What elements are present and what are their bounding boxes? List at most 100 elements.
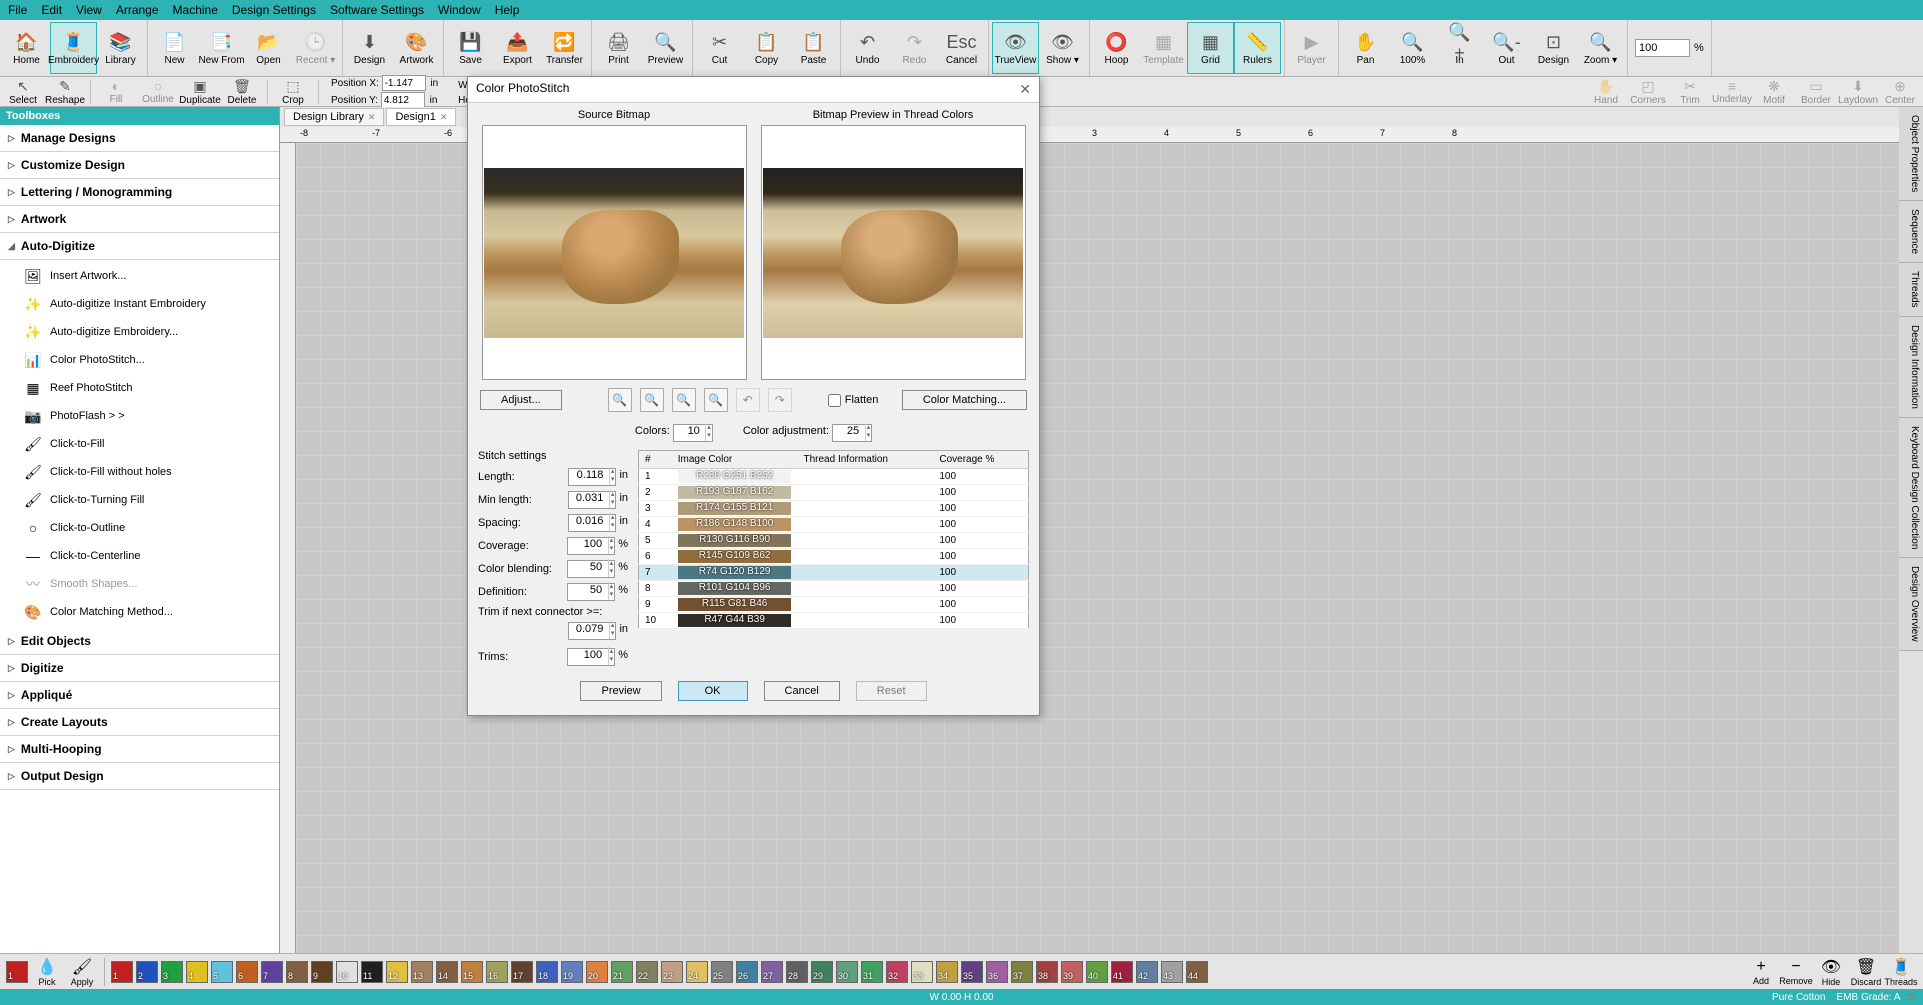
rulers-button[interactable]: 📏Rulers bbox=[1234, 22, 1281, 74]
preview-button[interactable]: 🔍Preview bbox=[642, 22, 689, 74]
swatch-42[interactable]: 42 bbox=[1136, 961, 1158, 983]
template-button[interactable]: ▦Template bbox=[1140, 22, 1187, 74]
select-button[interactable]: ↖Select bbox=[4, 78, 42, 106]
current-color[interactable]: 1 bbox=[6, 961, 28, 983]
embroidery-button[interactable]: 🧵Embroidery bbox=[50, 22, 97, 74]
color-adjust-spinner[interactable]: 25 bbox=[832, 424, 872, 442]
100--button[interactable]: 🔍100% bbox=[1389, 22, 1436, 74]
swatch-39[interactable]: 39 bbox=[1061, 961, 1083, 983]
artwork-button[interactable]: 🎨Artwork bbox=[393, 22, 440, 74]
recent--button[interactable]: 🕒Recent ▾ bbox=[292, 22, 339, 74]
swatch-10[interactable]: 10 bbox=[336, 961, 358, 983]
laydown-button[interactable]: ⬇Laydown bbox=[1839, 78, 1877, 106]
transfer-button[interactable]: 🔁Transfer bbox=[541, 22, 588, 74]
dock-tab-keyboard-design-collection[interactable]: Keyboard Design Collection bbox=[1899, 418, 1923, 558]
color-row[interactable]: 2R193 G187 B162100 bbox=[639, 485, 1029, 501]
menu-file[interactable]: File bbox=[8, 3, 27, 17]
swatch-2[interactable]: 2 bbox=[136, 961, 158, 983]
swatch-23[interactable]: 23 bbox=[661, 961, 683, 983]
trims-spinner[interactable]: 100 bbox=[567, 648, 615, 666]
swatch-8[interactable]: 8 bbox=[286, 961, 308, 983]
swatch-14[interactable]: 14 bbox=[436, 961, 458, 983]
colors-spinner[interactable]: 10 bbox=[673, 424, 713, 442]
swatch-6[interactable]: 6 bbox=[236, 961, 258, 983]
menu-software-settings[interactable]: Software Settings bbox=[330, 3, 424, 17]
swatch-20[interactable]: 20 bbox=[586, 961, 608, 983]
save-button[interactable]: 💾Save bbox=[447, 22, 494, 74]
swatch-31[interactable]: 31 bbox=[861, 961, 883, 983]
position-y-input[interactable] bbox=[381, 92, 425, 108]
item-click-to-turning-fill[interactable]: 🖌Click-to-Turning Fill bbox=[0, 486, 279, 514]
item-color-matching-method-[interactable]: 🎨Color Matching Method... bbox=[0, 598, 279, 626]
swatch-9[interactable]: 9 bbox=[311, 961, 333, 983]
redo-button[interactable]: ↷Redo bbox=[891, 22, 938, 74]
ok-button[interactable]: OK bbox=[678, 681, 748, 701]
item-click-to-fill[interactable]: 🖌Click-to-Fill bbox=[0, 430, 279, 458]
menu-arrange[interactable]: Arrange bbox=[116, 3, 159, 17]
discard-button[interactable]: 🗑Discard bbox=[1850, 957, 1882, 987]
threads-button[interactable]: 🧵Threads bbox=[1885, 957, 1917, 987]
menu-window[interactable]: Window bbox=[438, 3, 481, 17]
pan-button[interactable]: ✋Pan bbox=[1342, 22, 1389, 74]
trueview-button[interactable]: 👁TrueView bbox=[992, 22, 1039, 74]
swatch-40[interactable]: 40 bbox=[1086, 961, 1108, 983]
undo-icon[interactable]: ↶ bbox=[736, 388, 760, 412]
underlay-button[interactable]: ≡Underlay bbox=[1713, 78, 1751, 105]
menu-view[interactable]: View bbox=[76, 3, 102, 17]
item-color-photostitch-[interactable]: 📊Color PhotoStitch... bbox=[0, 346, 279, 374]
swatch-7[interactable]: 7 bbox=[261, 961, 283, 983]
section-multi-hooping[interactable]: ▷Multi-Hooping bbox=[0, 736, 279, 763]
preview-button[interactable]: Preview bbox=[580, 681, 661, 701]
swatch-43[interactable]: 43 bbox=[1161, 961, 1183, 983]
copy-button[interactable]: 📋Copy bbox=[743, 22, 790, 74]
border-button[interactable]: ▭Border bbox=[1797, 78, 1835, 106]
reset-button[interactable]: Reset bbox=[856, 681, 927, 701]
flatten-checkbox[interactable]: Flatten bbox=[828, 394, 879, 407]
tab-design-library[interactable]: Design Library✕ bbox=[284, 108, 384, 126]
swatch-21[interactable]: 21 bbox=[611, 961, 633, 983]
crop-button[interactable]: ⬚Crop bbox=[274, 78, 312, 106]
item-reef-photostitch[interactable]: ▦Reef PhotoStitch bbox=[0, 374, 279, 402]
trim-button[interactable]: ✂Trim bbox=[1671, 78, 1709, 106]
item-click-to-centerline[interactable]: —Click-to-Centerline bbox=[0, 542, 279, 570]
swatch-36[interactable]: 36 bbox=[986, 961, 1008, 983]
remove-button[interactable]: −Remove bbox=[1780, 958, 1812, 986]
swatch-22[interactable]: 22 bbox=[636, 961, 658, 983]
redo-icon[interactable]: ↷ bbox=[768, 388, 792, 412]
hoop-button[interactable]: ⭕Hoop bbox=[1093, 22, 1140, 74]
outline-button[interactable]: ○Outline bbox=[139, 78, 177, 105]
swatch-34[interactable]: 34 bbox=[936, 961, 958, 983]
trim-connector-spinner[interactable]: 0.079 bbox=[568, 622, 616, 640]
item-auto-digitize-instant-embroidery[interactable]: ✨Auto-digitize Instant Embroidery bbox=[0, 290, 279, 318]
item-click-to-fill-without-holes[interactable]: 🖌Click-to-Fill without holes bbox=[0, 458, 279, 486]
hide-button[interactable]: 👁Hide bbox=[1815, 957, 1847, 987]
duplicate-button[interactable]: ▣Duplicate bbox=[181, 78, 219, 106]
menu-machine[interactable]: Machine bbox=[173, 3, 218, 17]
new-button[interactable]: 📄New bbox=[151, 22, 198, 74]
swatch-19[interactable]: 19 bbox=[561, 961, 583, 983]
swatch-32[interactable]: 32 bbox=[886, 961, 908, 983]
add-button[interactable]: +Add bbox=[1745, 958, 1777, 986]
color-blending-spinner[interactable]: 50 bbox=[567, 560, 615, 578]
menu-help[interactable]: Help bbox=[495, 3, 520, 17]
dock-tab-object-properties[interactable]: Object Properties bbox=[1899, 107, 1923, 201]
player-button[interactable]: ▶Player bbox=[1288, 22, 1335, 74]
swatch-38[interactable]: 38 bbox=[1036, 961, 1058, 983]
swatch-17[interactable]: 17 bbox=[511, 961, 533, 983]
zoom-1to1-icon[interactable]: 🔍 bbox=[704, 388, 728, 412]
paste-button[interactable]: 📋Paste bbox=[790, 22, 837, 74]
color-row[interactable]: 10R47 G44 B39100 bbox=[639, 613, 1029, 629]
show--button[interactable]: 👁Show ▾ bbox=[1039, 22, 1086, 74]
section-manage-designs[interactable]: ▷Manage Designs bbox=[0, 125, 279, 152]
color-row[interactable]: 6R145 G109 B62100 bbox=[639, 549, 1029, 565]
section-auto-digitize[interactable]: ◢Auto-Digitize bbox=[0, 233, 279, 260]
menu-design-settings[interactable]: Design Settings bbox=[232, 3, 316, 17]
definition-spinner[interactable]: 50 bbox=[567, 583, 615, 601]
swatch-18[interactable]: 18 bbox=[536, 961, 558, 983]
item-click-to-outline[interactable]: ○Click-to-Outline bbox=[0, 514, 279, 542]
fill-button[interactable]: ◐Fill bbox=[97, 78, 135, 105]
new-from-button[interactable]: 📑New From bbox=[198, 22, 245, 74]
color-row[interactable]: 3R174 G155 B121100 bbox=[639, 501, 1029, 517]
delete-button[interactable]: 🗑Delete bbox=[223, 78, 261, 106]
color-row[interactable]: 9R115 G81 B46100 bbox=[639, 597, 1029, 613]
